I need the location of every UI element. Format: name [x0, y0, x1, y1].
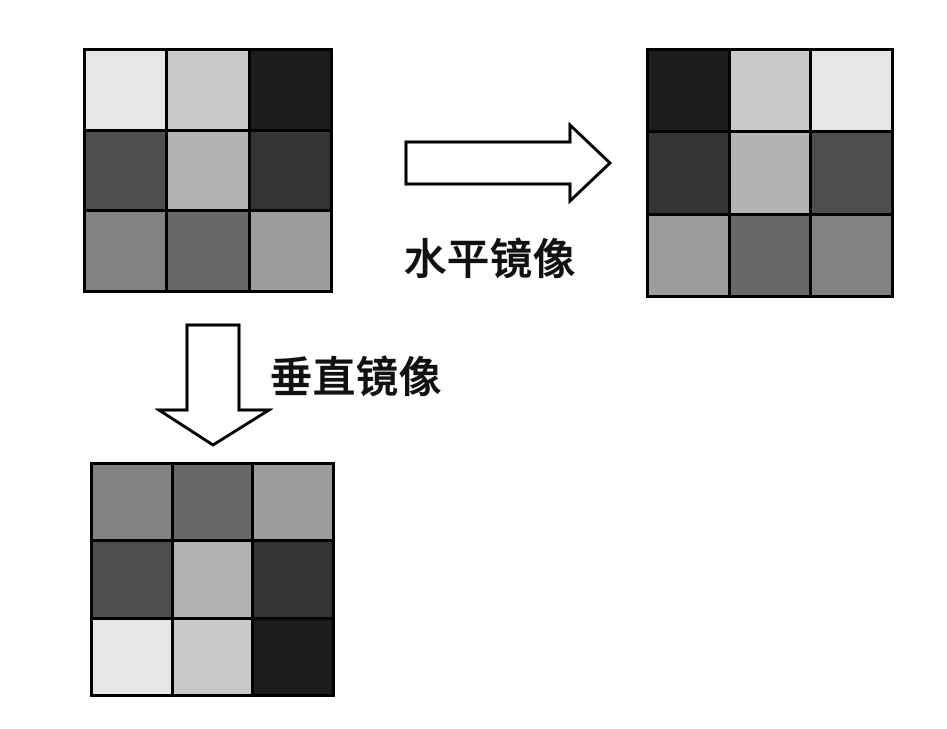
- vertical-mirror-label: 垂直镜像: [270, 353, 443, 402]
- grid-cell: [93, 542, 171, 617]
- grid-cell: [730, 51, 810, 131]
- grid-cell: [254, 465, 332, 540]
- grid-cell: [254, 542, 332, 617]
- grid-cell: [168, 212, 248, 290]
- grid-cell: [250, 51, 330, 129]
- grid-cell: [649, 215, 728, 295]
- grid-cell: [812, 51, 891, 131]
- grid-cell: [730, 215, 810, 295]
- grid-cell: [730, 133, 810, 213]
- original-image-grid: [83, 48, 333, 293]
- grid-cell: [812, 215, 891, 295]
- horizontal-mirror-label: 水平镜像: [404, 235, 577, 284]
- grid-cell: [173, 619, 252, 694]
- vertical-mirror-grid: [90, 462, 335, 697]
- grid-cell: [86, 51, 166, 129]
- arrow-down-icon: [155, 323, 273, 447]
- grid-cell: [812, 133, 891, 213]
- grid-cell: [173, 542, 252, 617]
- grid-cell: [173, 465, 252, 540]
- grid-cell: [86, 131, 166, 210]
- grid-cell: [649, 133, 728, 213]
- arrow-right-icon: [404, 122, 613, 204]
- grid-cell: [250, 131, 330, 210]
- grid-cell: [93, 465, 171, 540]
- horizontal-mirror-grid: [646, 48, 894, 298]
- grid-cell: [93, 619, 171, 694]
- grid-cell: [254, 619, 332, 694]
- grid-cell: [649, 51, 728, 131]
- grid-cell: [86, 212, 166, 290]
- grid-cell: [168, 131, 248, 210]
- grid-cell: [250, 212, 330, 290]
- grid-cell: [168, 51, 248, 129]
